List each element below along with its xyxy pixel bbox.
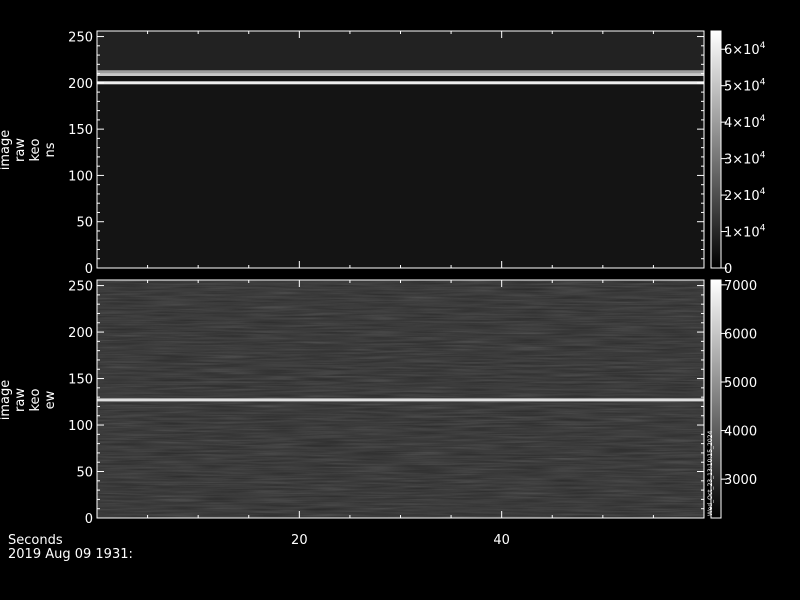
panel-ns-ylabel-line2: raw bbox=[13, 138, 28, 162]
panel-ew-ylabel: image raw keo ew bbox=[0, 380, 58, 421]
panel-ns-ylabel-line1: image bbox=[0, 130, 13, 171]
y-tick-label-4: 200 bbox=[68, 77, 93, 92]
y-tick-label-0: 0 bbox=[85, 262, 93, 277]
colorbar-tick-label-1: 4000 bbox=[724, 425, 757, 440]
x-tick-label-0: 20 bbox=[291, 533, 308, 548]
feature-line-1 bbox=[97, 73, 704, 76]
panel-ew-ylabel-line1: image bbox=[0, 380, 13, 421]
colorbar-tick-label-6: 6×104 bbox=[724, 41, 766, 58]
panel-ew-ylabel-line3: keo bbox=[28, 388, 43, 411]
y-tick-label-3: 150 bbox=[68, 123, 93, 138]
colorbar-tick-label-4: 4×104 bbox=[724, 114, 766, 131]
date-line: 2019 Aug 09 1931: bbox=[8, 547, 133, 562]
feature-line-2 bbox=[97, 70, 704, 74]
colorbar-tick-label-0: 0 bbox=[724, 262, 732, 277]
colorbar-tick-label-2: 5000 bbox=[724, 376, 757, 391]
x-axis-word: Seconds bbox=[8, 533, 63, 548]
panel-ns-top-band bbox=[97, 31, 704, 70]
colorbar-tick-label-1: 1×104 bbox=[724, 224, 766, 241]
y-tick-label-1: 50 bbox=[76, 466, 93, 481]
y-tick-label-2: 100 bbox=[68, 169, 93, 184]
colorbar-tick-label-3: 6000 bbox=[724, 327, 757, 342]
feature-line-0 bbox=[97, 398, 704, 402]
y-tick-label-2: 100 bbox=[68, 419, 93, 434]
panel-ew-ylabel-line2: raw bbox=[13, 388, 28, 412]
panel-ns: 0 50 100 150 200 250 image raw keo ns 0 1×104 2… bbox=[0, 30, 766, 277]
keogram-figure: 050100150200250 image raw keo ns 01×1042… bbox=[0, 30, 766, 562]
panel-ns-ylabel-line4: ns bbox=[43, 142, 58, 157]
panel-ew-ylabel-line4: ew bbox=[43, 390, 58, 409]
colorbar-tick-label-0: 3000 bbox=[724, 473, 757, 488]
y-tick-label-4: 200 bbox=[68, 326, 93, 341]
y-tick-label-5: 250 bbox=[68, 280, 93, 295]
y-tick-label-3: 150 bbox=[68, 373, 93, 388]
panel-ns-colorbar bbox=[710, 30, 722, 269]
colorbar-tick-label-2: 2×104 bbox=[724, 187, 766, 204]
colorbar-tick-label-4: 7000 bbox=[724, 279, 757, 294]
panel-ns-ylabel-line3: keo bbox=[28, 138, 43, 161]
panel-ns-ylabel: image raw keo ns bbox=[0, 130, 58, 171]
panel-ew: 0 50 100 150 200 250 20 40 image raw keo ew 300… bbox=[0, 279, 757, 548]
panel-ew-colorbar-side-label: Wed_Oct_23_13:10:15_2024 bbox=[707, 431, 714, 516]
y-tick-label-5: 250 bbox=[68, 31, 93, 46]
y-tick-label-0: 0 bbox=[85, 512, 93, 527]
y-tick-label-1: 50 bbox=[76, 216, 93, 231]
colorbar-tick-label-5: 5×104 bbox=[724, 78, 766, 95]
feature-line-0 bbox=[97, 81, 704, 85]
colorbar-tick-label-3: 3×104 bbox=[724, 151, 766, 168]
x-tick-label-1: 40 bbox=[493, 533, 510, 548]
